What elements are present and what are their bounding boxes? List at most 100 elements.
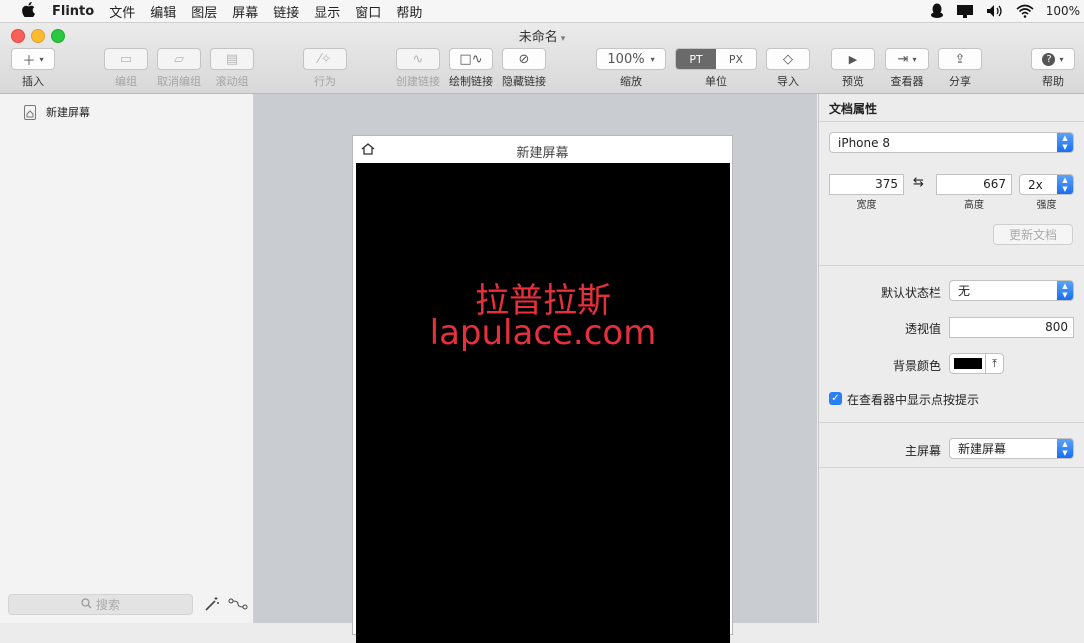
updown-arrows-icon: ▲ ▼ <box>1057 439 1073 458</box>
unit-pt-button[interactable]: PT <box>676 49 716 69</box>
apple-menu-icon[interactable] <box>18 1 38 21</box>
divider <box>819 121 1084 122</box>
show-hints-label[interactable]: 在查看器中显示点按提示 <box>847 391 979 408</box>
display-icon[interactable] <box>956 4 974 18</box>
group-tool[interactable]: ▭ 编组 <box>104 48 148 89</box>
screen-home-icon <box>24 104 36 120</box>
menu-help[interactable]: 帮助 <box>396 2 422 21</box>
wifi-icon[interactable] <box>1016 4 1034 18</box>
import-button[interactable]: ◇ <box>766 48 810 70</box>
menu-layer[interactable]: 图层 <box>191 2 217 21</box>
preview-label: 预览 <box>842 75 864 88</box>
unit-segmented-control: PT PX <box>675 48 757 70</box>
search-icon <box>81 597 92 612</box>
scale-label: 强度 <box>1036 200 1057 211</box>
scroll-group-tool[interactable]: ▤ 滚动组 <box>210 48 254 89</box>
bgcolor-well[interactable]: ⤒ <box>949 353 1004 374</box>
share-icon: ⇪ <box>954 51 966 67</box>
statusbar-label: 默认状态栏 <box>880 286 941 300</box>
window-title[interactable]: 未命名 ▾ <box>0 26 1084 45</box>
unit-px-button[interactable]: PX <box>716 49 756 69</box>
viewer-tool[interactable]: ⇥ ▾ 查看器 <box>885 48 929 89</box>
help-tool[interactable]: ? ▾ 帮助 <box>1031 48 1075 89</box>
question-icon: ? <box>1042 52 1056 66</box>
help-label: 帮助 <box>1042 75 1064 88</box>
viewer-label: 查看器 <box>890 75 924 88</box>
insert-tool[interactable]: ＋ ▾ 插入 <box>11 48 55 89</box>
inspector-title: 文档属性 <box>829 102 878 116</box>
artboard-title[interactable]: 新建屏幕 <box>353 142 732 161</box>
help-button[interactable]: ? ▾ <box>1031 48 1075 70</box>
draw-link-tool[interactable]: □∿ 绘制链接 <box>449 48 493 89</box>
menu-link[interactable]: 链接 <box>273 2 299 21</box>
menu-file[interactable]: 文件 <box>109 2 135 21</box>
diamond-icon: ◇ <box>783 51 793 67</box>
eyedropper-icon[interactable]: ⤒ <box>985 354 1003 373</box>
import-tool[interactable]: ◇ 导入 <box>766 48 810 89</box>
menu-screen[interactable]: 屏幕 <box>232 2 258 21</box>
hide-link-tool[interactable]: ⊘ 隐藏链接 <box>502 48 546 89</box>
perspective-label: 透视值 <box>904 322 941 336</box>
ungroup-label: 取消编组 <box>157 75 201 88</box>
link-curve-icon: ∿ <box>412 51 424 67</box>
import-label: 导入 <box>777 75 799 88</box>
magic-wand-icon[interactable] <box>204 596 220 615</box>
unit-tool: PT PX 单位 <box>675 48 757 89</box>
battery-label: 100% <box>1045 4 1080 18</box>
layers-sidebar: 新建屏幕 搜索 <box>0 94 254 623</box>
device-select[interactable]: iPhone 8 ▲ ▼ <box>829 132 1074 153</box>
width-field[interactable]: 375 <box>829 174 904 195</box>
show-hints-checkbox[interactable]: ✓ <box>829 392 842 405</box>
main-screen-select[interactable]: 新建屏幕 ▲ ▼ <box>949 438 1074 459</box>
behavior-tool[interactable]: ⁄✧ 行为 <box>303 48 347 89</box>
updown-arrows-icon: ▲ ▼ <box>1057 133 1073 152</box>
statusbar-select[interactable]: 无 ▲ ▼ <box>949 280 1074 301</box>
width-label: 宽度 <box>856 200 877 211</box>
menu-window[interactable]: 窗口 <box>355 2 381 21</box>
zoom-select[interactable]: 100% ▾ <box>596 48 666 70</box>
document-inspector: 文档属性 iPhone 8 ▲ ▼ 375 ⇆ 667 2x ▲ ▼ 宽度 高度 强… <box>818 94 1084 623</box>
share-button[interactable]: ⇪ <box>938 48 982 70</box>
preview-button[interactable]: ▶ <box>831 48 875 70</box>
bgcolor-label: 背景颜色 <box>892 359 941 373</box>
viewer-button[interactable]: ⇥ ▾ <box>885 48 929 70</box>
screen-artboard[interactable]: 新建屏幕 拉普拉斯 lapulace.com <box>352 135 733 643</box>
update-document-button[interactable]: 更新文档 <box>993 224 1073 245</box>
canvas-area[interactable]: 新建屏幕 拉普拉斯 lapulace.com <box>254 94 817 643</box>
swap-arrows-icon[interactable]: ⇆ <box>913 175 924 190</box>
perspective-field[interactable]: 800 <box>949 317 1074 338</box>
share-tool[interactable]: ⇪ 分享 <box>938 48 982 89</box>
folder-icon: ▭ <box>119 51 133 67</box>
behavior-button[interactable]: ⁄✧ <box>303 48 347 70</box>
hide-link-button[interactable]: ⊘ <box>502 48 546 70</box>
draw-link-icon: □∿ <box>459 51 483 67</box>
volume-icon[interactable] <box>986 4 1004 18</box>
preview-tool[interactable]: ▶ 预览 <box>831 48 875 89</box>
ungroup-button[interactable]: ▱ <box>157 48 201 70</box>
eye-slash-icon: ⊘ <box>518 51 530 67</box>
menu-app[interactable]: Flinto <box>52 4 94 19</box>
link-curve-icon[interactable] <box>228 596 248 615</box>
height-field[interactable]: 667 <box>936 174 1012 195</box>
menu-edit[interactable]: 编辑 <box>150 2 176 21</box>
zoom-tool[interactable]: 100% ▾ 缩放 <box>596 48 666 89</box>
create-link-button[interactable]: ∿ <box>396 48 440 70</box>
create-link-tool[interactable]: ∿ 创建链接 <box>396 48 440 89</box>
draw-link-button[interactable]: □∿ <box>449 48 493 70</box>
updown-arrows-icon: ▲ ▼ <box>1057 175 1073 194</box>
layer-item-label: 新建屏幕 <box>46 106 90 119</box>
divider <box>819 467 1084 468</box>
scroll-group-button[interactable]: ▤ <box>210 48 254 70</box>
group-button[interactable]: ▭ <box>104 48 148 70</box>
plus-icon: ＋ <box>22 53 36 69</box>
layer-item-screen[interactable]: 新建屏幕 <box>24 104 90 120</box>
menu-view[interactable]: 显示 <box>314 2 340 21</box>
scale-select[interactable]: 2x ▲ ▼ <box>1019 174 1074 195</box>
ungroup-tool[interactable]: ▱ 取消编组 <box>157 48 201 89</box>
chevron-down-icon: ▾ <box>912 54 917 64</box>
qq-icon[interactable] <box>930 3 944 19</box>
search-input[interactable]: 搜索 <box>8 594 193 615</box>
artboard-screen[interactable]: 拉普拉斯 lapulace.com <box>356 163 730 643</box>
insert-button[interactable]: ＋ ▾ <box>11 48 55 70</box>
group-label: 编组 <box>115 75 137 88</box>
